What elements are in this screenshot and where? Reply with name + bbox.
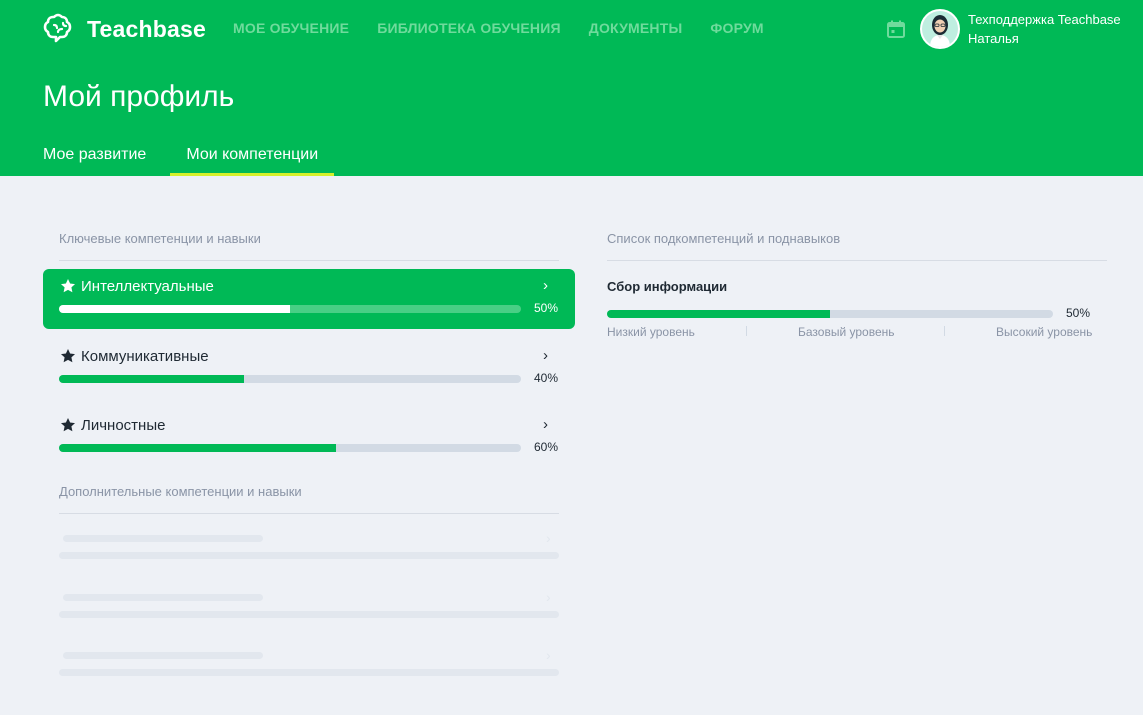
avatar[interactable] [920, 9, 960, 49]
skeleton-line [63, 594, 263, 601]
progress-percent: 40% [534, 371, 559, 385]
competency-label: Личностные [81, 417, 166, 434]
progress-bar [59, 375, 521, 383]
tab-my-development[interactable]: Мое развитие [43, 140, 146, 176]
sub-progress-fill [607, 310, 830, 318]
competency-label: Интеллектуальные [81, 278, 214, 295]
extra-competencies-title: Дополнительные компетенции и навыки [59, 484, 302, 499]
sub-competency-label: Сбор информации [607, 279, 728, 294]
user-avatar-icon [922, 11, 958, 47]
calendar-icon[interactable] [886, 19, 906, 39]
page-title: Мой профиль [43, 80, 235, 113]
skeleton-bar [59, 611, 559, 618]
level-basic: Базовый уровень [798, 325, 895, 339]
competency-label: Коммуникативные [81, 348, 209, 365]
progress-percent: 50% [534, 301, 559, 315]
progress-fill [59, 375, 244, 383]
chevron-right-icon: › [543, 347, 548, 364]
tab-my-competencies[interactable]: Мои компетенции [170, 140, 335, 176]
divider [59, 513, 559, 514]
logo[interactable]: Teachbase [43, 12, 206, 46]
skeleton-bar [59, 552, 559, 559]
nav-library[interactable]: БИБЛИОТЕКА ОБУЧЕНИЯ [377, 20, 561, 36]
competency-intellectual[interactable]: Интеллектуальные › 50% [43, 269, 575, 329]
chevron-right-icon: › [546, 530, 551, 546]
level-low: Низкий уровень [607, 325, 695, 339]
chevron-right-icon: › [543, 416, 548, 433]
star-icon [61, 279, 75, 293]
brain-icon [43, 13, 72, 43]
profile-tabs: Мое развитие Мои компетенции [43, 140, 335, 176]
nav-documents[interactable]: ДОКУМЕНТЫ [589, 20, 683, 36]
star-icon [61, 418, 75, 432]
progress-percent: 60% [534, 440, 559, 454]
divider [59, 260, 559, 261]
progress-fill [59, 444, 337, 452]
main-nav: МОЕ ОБУЧЕНИЕ БИБЛИОТЕКА ОБУЧЕНИЯ ДОКУМЕН… [233, 20, 764, 36]
chevron-right-icon: › [546, 589, 551, 605]
competency-personal[interactable]: Личностные › 60% [43, 408, 575, 468]
sub-progress-bar [607, 310, 1053, 318]
user-name[interactable]: Техподдержка Teachbase [968, 12, 1126, 27]
star-icon [61, 349, 75, 363]
chevron-right-icon: › [546, 647, 551, 663]
progress-bar [59, 444, 521, 452]
skeleton-bar [59, 669, 559, 676]
competency-communicative[interactable]: Коммуникативные › 40% [43, 339, 575, 399]
logo-text: Teachbase [87, 15, 206, 42]
skeleton-line [63, 535, 263, 542]
key-competencies-title: Ключевые компетенции и навыки [59, 231, 261, 246]
progress-bar [59, 305, 521, 313]
nav-forum[interactable]: ФОРУМ [710, 20, 763, 36]
user-subname[interactable]: Наталья [968, 31, 1019, 46]
skeleton-line [63, 652, 263, 659]
level-divider [746, 326, 747, 336]
sub-progress-percent: 50% [1066, 306, 1091, 320]
sub-competencies-title: Список подкомпетенций и поднавыков [607, 231, 841, 246]
nav-my-learning[interactable]: МОЕ ОБУЧЕНИЕ [233, 20, 349, 36]
chevron-right-icon: › [543, 277, 548, 294]
divider [607, 260, 1107, 261]
top-header: Teachbase МОЕ ОБУЧЕНИЕ БИБЛИОТЕКА ОБУЧЕН… [0, 0, 1143, 176]
level-divider [944, 326, 945, 336]
progress-fill [59, 305, 290, 313]
level-high: Высокий уровень [996, 325, 1093, 339]
